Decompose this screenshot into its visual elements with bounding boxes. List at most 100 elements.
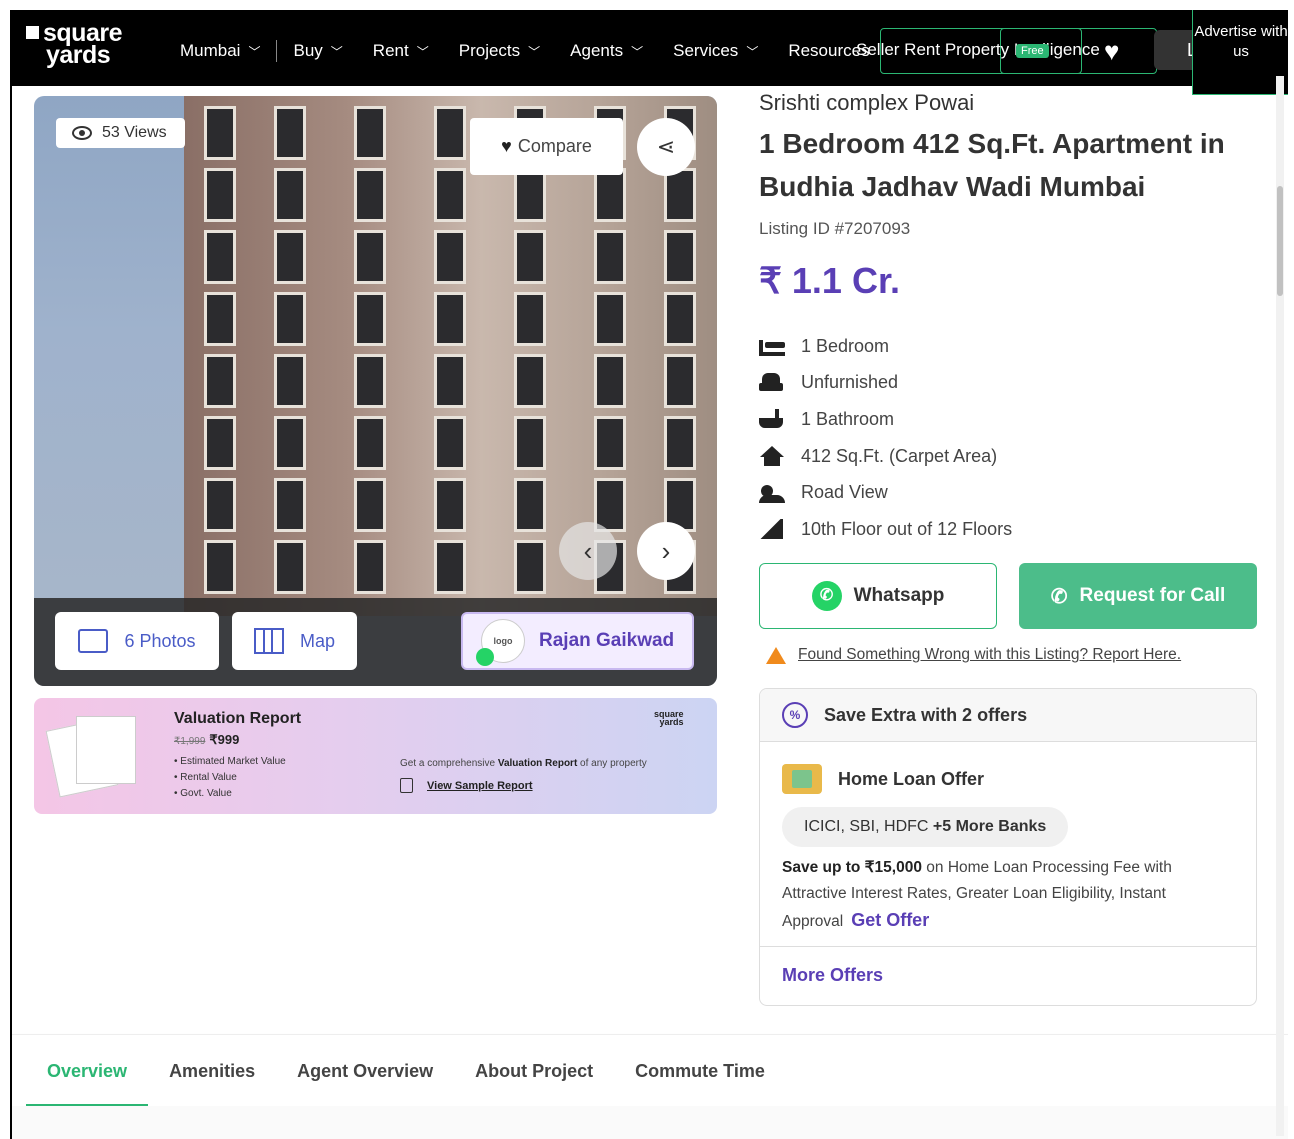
tab-overview[interactable]: Overview [26, 1035, 149, 1107]
page-frame: square yards Mumbai ﹀ Buy ﹀ Rent ﹀ Projects… [10, 10, 1288, 1139]
window-shape [594, 354, 626, 408]
window-shape [204, 478, 236, 532]
scrollbar[interactable] [1276, 76, 1284, 1136]
money-icon [782, 764, 822, 794]
home-loan-label: Home Loan Offer [838, 768, 985, 789]
nav-agents[interactable]: Agents ﹀ [570, 41, 643, 61]
feature-item: 1 Bedroom [759, 328, 1012, 365]
next-image-button[interactable]: › [637, 522, 695, 580]
nav-rent[interactable]: Rent ﹀ [373, 41, 429, 61]
feature-text: 1 Bathroom [801, 408, 895, 429]
window-shape [204, 106, 236, 160]
listing-price: ₹ 1.1 Cr. [759, 260, 900, 301]
listing-title: 1 Bedroom 412 Sq.Ft. Apartment in Budhia… [759, 128, 1225, 202]
top-header: square yards Mumbai ﹀ Buy ﹀ Rent ﹀ Projects… [12, 10, 1288, 95]
photos-button[interactable]: 6 Photos [55, 612, 219, 670]
listing-id: Listing ID #7207093 [759, 219, 911, 238]
advertise-label: Advertise with us [1194, 23, 1288, 60]
request-call-button[interactable]: ✆ Request for Call [1019, 563, 1257, 629]
chevron-down-icon: ﹀ [528, 44, 541, 59]
property-photo [184, 96, 717, 616]
window-shape [434, 230, 466, 284]
window-shape [664, 354, 696, 408]
get-offer-link[interactable]: Get Offer [851, 910, 929, 930]
desc-bold: Valuation Report [497, 758, 578, 769]
window-shape [204, 540, 236, 594]
site-logo[interactable]: square yards [26, 21, 122, 69]
window-shape [594, 168, 626, 222]
nav-city-mumbai[interactable]: Mumbai ﹀ [180, 41, 260, 61]
free-badge: Free [1016, 44, 1049, 58]
map-button[interactable]: Map [232, 612, 357, 670]
view-sample-report-link[interactable]: View Sample Report [400, 778, 533, 793]
valuation-desc: Get a comprehensive Valuation Report of … [400, 758, 647, 769]
heart-icon[interactable]: ♥ [1104, 36, 1119, 67]
list-item: Rental Value [174, 770, 286, 786]
chevron-down-icon: ﹀ [330, 44, 343, 59]
tab-commute-time[interactable]: Commute Time [614, 1035, 786, 1107]
chevron-down-icon: ﹀ [746, 44, 759, 59]
window-shape [354, 168, 386, 222]
nav-label: Services [673, 41, 739, 60]
window-shape [434, 540, 466, 594]
feature-item: 412 Sq.Ft. (Carpet Area) [759, 438, 1012, 475]
window-shape [274, 540, 306, 594]
advertise-button[interactable]: Advertise with us [1192, 10, 1288, 95]
tab-agent-overview[interactable]: Agent Overview [276, 1035, 454, 1107]
compare-button[interactable]: ♥ Compare [470, 118, 623, 175]
window-shape [354, 354, 386, 408]
window-shape [664, 416, 696, 470]
nav-projects[interactable]: Projects ﹀ [459, 41, 540, 61]
share-button[interactable]: ⋖ [637, 118, 695, 176]
more-offers-link[interactable]: More Offers [782, 965, 883, 986]
document-icon [400, 778, 413, 793]
logo-line2: yards [46, 41, 111, 69]
tab-amenities[interactable]: Amenities [148, 1035, 276, 1107]
feature-text: 412 Sq.Ft. (Carpet Area) [801, 445, 998, 466]
nav-label: Projects [458, 41, 521, 60]
window-shape [514, 168, 546, 222]
window-shape [434, 292, 466, 346]
window-shape [514, 416, 546, 470]
phone-icon: ✆ [1050, 585, 1068, 608]
prev-image-button[interactable]: ‹ [559, 522, 617, 580]
view-icon [759, 483, 785, 503]
window-shape [204, 354, 236, 408]
whatsapp-button[interactable]: ✆ Whatsapp [759, 563, 997, 629]
nav-services[interactable]: Services ﹀ [673, 41, 758, 61]
nav-buy[interactable]: Buy ﹀ [293, 41, 342, 61]
project-name[interactable]: Srishti complex Powai [759, 90, 974, 116]
banks-chip[interactable]: ICICI, SBI, HDFC +5 More Banks [782, 807, 1069, 847]
property-image-gallery[interactable]: 53 Views ♥ Compare ⋖ ‹ › 6 Photos Map log… [34, 96, 717, 686]
window-shape [514, 292, 546, 346]
bathtub-icon [759, 409, 785, 429]
stairs-icon [759, 519, 785, 540]
agent-button[interactable]: logo Rajan Gaikwad [461, 612, 694, 670]
desc-text: of any property [577, 758, 647, 769]
whatsapp-icon: ✆ [811, 581, 842, 611]
report-listing-link[interactable]: Found Something Wrong with this Listing?… [766, 646, 1181, 664]
main-nav: Mumbai ﹀ Buy ﹀ Rent ﹀ Projects ﹀ Agents ﹀ Ser… [180, 40, 900, 62]
window-shape [664, 292, 696, 346]
chevron-down-icon: ﹀ [416, 44, 429, 59]
window-shape [434, 478, 466, 532]
request-call-label: Request for Call [1079, 585, 1226, 606]
tab-about-project[interactable]: About Project [454, 1035, 614, 1107]
window-shape [594, 292, 626, 346]
feature-text: 10th Floor out of 12 Floors [801, 518, 1013, 539]
window-shape [594, 230, 626, 284]
photos-icon [78, 629, 109, 653]
chevron-left-icon: ‹ [583, 536, 593, 566]
window-shape [274, 106, 306, 160]
percent-badge-icon: % [782, 702, 808, 728]
feature-list: 1 Bedroom Unfurnished 1 Bathroom 412 Sq.… [759, 328, 1012, 548]
window-shape [274, 478, 306, 532]
window-shape [434, 416, 466, 470]
valuation-report-banner[interactable]: Valuation Report ₹1,999₹999 Estimated Ma… [34, 698, 717, 814]
banner-logo: square yards [654, 710, 684, 727]
banner-logo-l2: yards [659, 717, 684, 727]
scrollbar-thumb[interactable] [1277, 186, 1283, 296]
window-shape [354, 540, 386, 594]
window-shape [664, 230, 696, 284]
sample-label: View Sample Report [427, 779, 533, 792]
